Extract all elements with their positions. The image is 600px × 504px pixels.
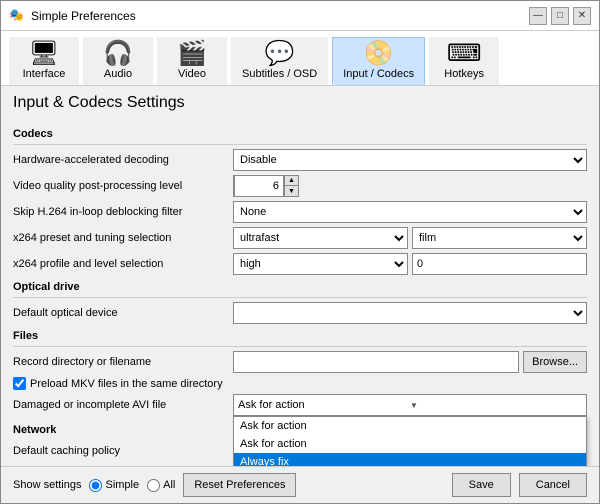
window: 🎭 Simple Preferences — □ ✕ 🖥 Interface 🎧…: [0, 0, 600, 504]
window-title: Simple Preferences: [31, 9, 136, 23]
x264-preset-row: x264 preset and tuning selection ultrafa…: [13, 227, 587, 249]
hardware-decoding-label: Hardware-accelerated decoding: [13, 154, 233, 166]
x264-profile-select[interactable]: high: [233, 253, 408, 275]
damaged-avi-trigger[interactable]: Ask for action ▼: [233, 394, 587, 416]
damaged-avi-dropdown: Ask for action Ask for action Always fix…: [233, 416, 587, 466]
damaged-avi-dropdown-container: Ask for action ▼ Ask for action Ask for …: [233, 394, 587, 416]
simple-radio-label: Simple: [89, 479, 139, 492]
simple-label-text: Simple: [105, 479, 139, 491]
tab-hotkeys-label: Hotkeys: [444, 68, 484, 80]
show-settings-label: Show settings: [13, 479, 81, 491]
files-section-label: Files: [13, 330, 587, 342]
bottom-bar: Show settings Simple All Reset Preferenc…: [1, 466, 599, 503]
video-quality-input[interactable]: [234, 175, 284, 197]
hotkeys-icon: ⌨: [447, 42, 482, 66]
codecs-divider: [13, 144, 587, 145]
tab-interface-label: Interface: [23, 68, 66, 80]
video-quality-label: Video quality post-processing level: [13, 180, 233, 192]
video-quality-control: ▲ ▼: [233, 175, 587, 197]
optical-device-control: [233, 302, 587, 324]
x264-tuning-select[interactable]: film: [412, 227, 587, 249]
preload-mkv-checkbox[interactable]: [13, 377, 26, 390]
close-button[interactable]: ✕: [573, 7, 591, 25]
tab-video[interactable]: 🎬 Video: [157, 37, 227, 85]
subtitles-icon: 💬: [265, 42, 295, 66]
title-bar: 🎭 Simple Preferences — □ ✕: [1, 1, 599, 31]
title-bar-left: 🎭 Simple Preferences: [9, 8, 136, 24]
x264-level-input[interactable]: [412, 253, 587, 275]
tab-hotkeys[interactable]: ⌨ Hotkeys: [429, 37, 499, 85]
damaged-avi-trigger-value: Ask for action: [238, 399, 410, 411]
record-dir-label: Record directory or filename: [13, 356, 233, 368]
optical-device-row: Default optical device: [13, 302, 587, 324]
video-quality-row: Video quality post-processing level ▲ ▼: [13, 175, 587, 197]
title-controls: — □ ✕: [529, 7, 591, 25]
record-dir-control: Browse...: [233, 351, 587, 373]
tab-audio[interactable]: 🎧 Audio: [83, 37, 153, 85]
interface-icon: 🖥: [29, 42, 59, 66]
spinner-down-button[interactable]: ▼: [284, 186, 298, 196]
input-codecs-icon: 📀: [364, 42, 394, 66]
skip-h264-row: Skip H.264 in-loop deblocking filter Non…: [13, 201, 587, 223]
skip-h264-control: None: [233, 201, 587, 223]
audio-icon: 🎧: [103, 42, 133, 66]
all-radio[interactable]: [147, 479, 160, 492]
avi-option-always-fix[interactable]: Always fix: [234, 453, 586, 466]
skip-h264-label: Skip H.264 in-loop deblocking filter: [13, 206, 233, 218]
content-area: Codecs Hardware-accelerated decoding Dis…: [1, 118, 599, 466]
preload-mkv-label: Preload MKV files in the same directory: [30, 378, 223, 390]
tab-input-codecs[interactable]: 📀 Input / Codecs: [332, 37, 425, 85]
tab-subtitles[interactable]: 💬 Subtitles / OSD: [231, 37, 328, 85]
cancel-button[interactable]: Cancel: [519, 473, 587, 497]
tab-video-label: Video: [178, 68, 206, 80]
x264-profile-row: x264 profile and level selection high: [13, 253, 587, 275]
tab-subtitles-label: Subtitles / OSD: [242, 68, 317, 80]
reset-preferences-button[interactable]: Reset Preferences: [183, 473, 296, 497]
record-dir-row: Record directory or filename Browse...: [13, 351, 587, 373]
x264-preset-label: x264 preset and tuning selection: [13, 232, 233, 244]
preload-mkv-row: Preload MKV files in the same directory: [13, 377, 587, 390]
optical-device-label: Default optical device: [13, 307, 233, 319]
nav-tabs: 🖥 Interface 🎧 Audio 🎬 Video 💬 Subtitles …: [1, 31, 599, 86]
avi-option-ask2[interactable]: Ask for action: [234, 435, 586, 453]
hardware-decoding-control: Disable: [233, 149, 587, 171]
video-quality-spinner: ▲ ▼: [233, 175, 299, 197]
tab-audio-label: Audio: [104, 68, 132, 80]
tab-input-label: Input / Codecs: [343, 68, 414, 80]
app-icon: 🎭: [9, 8, 25, 24]
damaged-avi-label: Damaged or incomplete AVI file: [13, 399, 233, 411]
avi-option-ask[interactable]: Ask for action: [234, 417, 586, 435]
optical-divider: [13, 297, 587, 298]
record-dir-input[interactable]: [233, 351, 519, 373]
codecs-section-label: Codecs: [13, 128, 587, 140]
minimize-button[interactable]: —: [529, 7, 547, 25]
optical-section-label: Optical drive: [13, 281, 587, 293]
radio-group: Simple All: [89, 479, 175, 492]
damaged-avi-control: Ask for action ▼ Ask for action Ask for …: [233, 394, 587, 416]
spinner-buttons: ▲ ▼: [284, 176, 298, 196]
all-label-text: All: [163, 479, 175, 491]
x264-profile-control: high: [233, 253, 587, 275]
optical-device-select[interactable]: [233, 302, 587, 324]
save-button[interactable]: Save: [452, 473, 511, 497]
all-radio-label: All: [147, 479, 175, 492]
simple-radio[interactable]: [89, 479, 102, 492]
hardware-decoding-select[interactable]: Disable: [233, 149, 587, 171]
x264-preset-select[interactable]: ultrafast: [233, 227, 408, 249]
damaged-avi-arrow: ▼: [410, 401, 582, 410]
browse-button[interactable]: Browse...: [523, 351, 587, 373]
skip-h264-select[interactable]: None: [233, 201, 587, 223]
x264-profile-label: x264 profile and level selection: [13, 258, 233, 270]
x264-preset-control: ultrafast film: [233, 227, 587, 249]
maximize-button[interactable]: □: [551, 7, 569, 25]
spinner-up-button[interactable]: ▲: [284, 176, 298, 186]
hardware-decoding-row: Hardware-accelerated decoding Disable: [13, 149, 587, 171]
caching-policy-label: Default caching policy: [13, 445, 233, 457]
damaged-avi-row: Damaged or incomplete AVI file Ask for a…: [13, 394, 587, 416]
tab-interface[interactable]: 🖥 Interface: [9, 37, 79, 85]
files-divider: [13, 346, 587, 347]
page-title: Input & Codecs Settings: [1, 86, 599, 118]
video-icon: 🎬: [177, 42, 207, 66]
network-section-label: Network: [13, 424, 233, 436]
